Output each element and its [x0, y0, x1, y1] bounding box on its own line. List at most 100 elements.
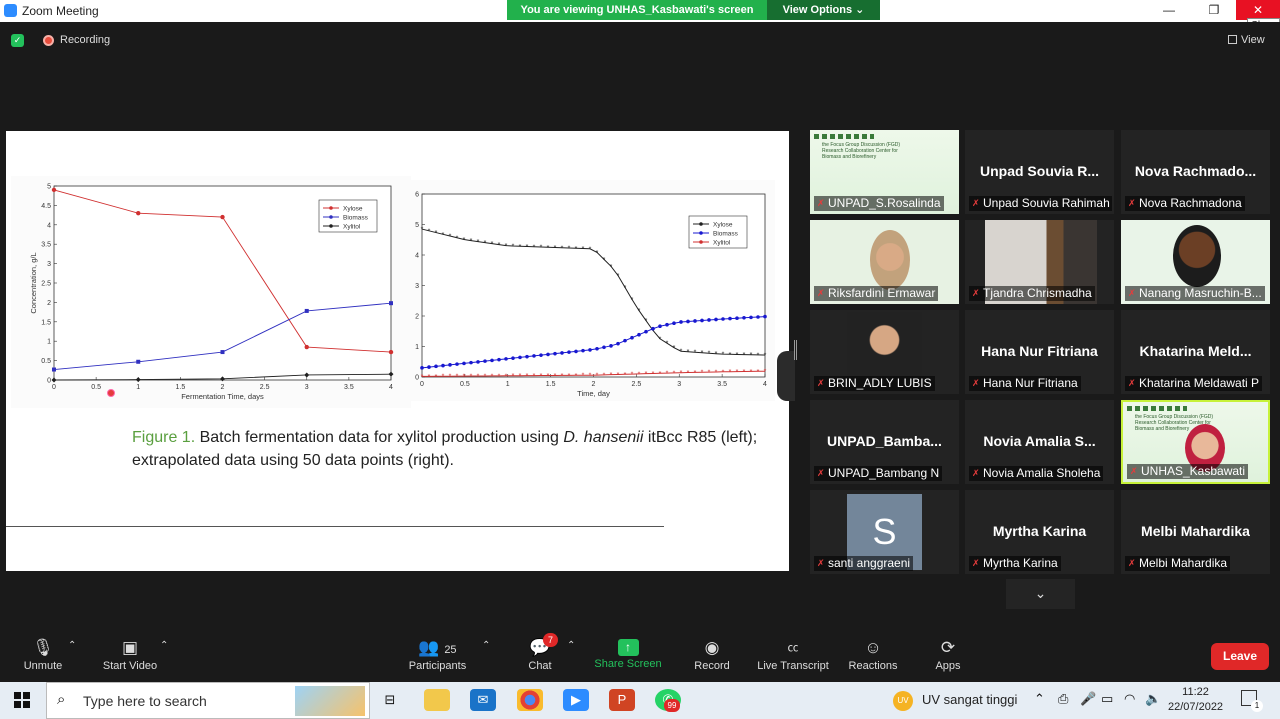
clock-time: 11:22: [1182, 686, 1209, 698]
shield-icon[interactable]: ✓: [11, 34, 24, 47]
participant-name: Nova Rachmadona: [1139, 196, 1242, 210]
participant-tile[interactable]: the Focus Group Discussion (FGD) Researc…: [810, 130, 959, 214]
share-screen-button[interactable]: ↑ Share Screen: [594, 630, 662, 680]
data-point: *: [701, 370, 704, 377]
powerpoint-icon[interactable]: P: [609, 689, 635, 711]
unmute-label: Unmute: [23, 660, 63, 672]
data-point: *: [687, 349, 690, 356]
y-tick-label: 2: [47, 300, 51, 307]
participant-name-large: UNPAD_Bamba...: [827, 433, 942, 449]
taskbar-clock[interactable]: 11:22 22/07/2022: [1168, 685, 1223, 715]
chrome-icon[interactable]: [517, 689, 543, 711]
x-tick-label: 4: [389, 384, 393, 391]
weather-text[interactable]: UV sangat tinggi: [922, 692, 1017, 707]
task-view-icon[interactable]: ⊟: [377, 689, 403, 711]
windows-taskbar: ⌕ Type here to search ⊟ ✉ ▶ P ✆ 99 UV UV…: [0, 682, 1280, 719]
restore-button[interactable]: ❐: [1192, 0, 1236, 20]
side-panel-tab[interactable]: [777, 351, 795, 401]
data-point: *: [757, 369, 760, 376]
x-tick-label: 2: [592, 381, 596, 388]
microphone-icon[interactable]: 🎤: [1080, 691, 1096, 707]
participant-name-label: ✗ Novia Amalia Sholeha: [969, 466, 1104, 481]
data-point: *: [554, 373, 557, 380]
gallery-splitter[interactable]: [794, 340, 797, 360]
view-button[interactable]: View: [1241, 34, 1265, 46]
participants-button[interactable]: 👥 25 Participants: [405, 630, 470, 680]
windows-start-icon[interactable]: [14, 692, 30, 708]
weather-icon[interactable]: UV: [893, 691, 913, 711]
data-point: [220, 350, 225, 355]
data-point: *: [610, 264, 613, 271]
x-tick-label: 3: [305, 384, 309, 391]
participant-tile[interactable]: ✗ Tjandra Chrismadha: [965, 220, 1114, 304]
gallery-next-page-button[interactable]: ⌄: [1006, 579, 1075, 609]
volume-icon[interactable]: 🔈: [1145, 691, 1161, 707]
mail-icon[interactable]: ✉: [470, 689, 496, 711]
close-button[interactable]: ✕: [1236, 0, 1280, 20]
data-point: [721, 317, 725, 321]
viewing-banner: You are viewing UNHAS_Kasbawati's screen: [507, 0, 767, 20]
shared-screen: 0 0.5 1 1.5 2 2.5 3 3.5 4 0 0.5 1 1.5 2 2.5 3 3.5 4 4.5 5 Fe…: [6, 131, 795, 571]
unmute-button[interactable]: 🎙 Unmute: [18, 630, 68, 680]
participant-tile[interactable]: Unpad Souvia R... ✗ Unpad Souvia Rahimah: [965, 130, 1114, 214]
participant-tile[interactable]: ✗ Riksfardini Ermawar: [810, 220, 959, 304]
meeting-info-row: ✓ Recording View: [0, 22, 1280, 58]
data-point: *: [484, 240, 487, 247]
recording-label[interactable]: Recording: [60, 34, 110, 46]
participant-tile[interactable]: UNPAD_Bamba... ✗ UNPAD_Bambang N: [810, 400, 959, 484]
data-point: *: [561, 245, 564, 252]
data-point: *: [421, 374, 424, 381]
data-point: *: [463, 374, 466, 381]
audio-options-caret[interactable]: ⌃: [68, 640, 76, 651]
view-options-button[interactable]: View Options ⌄: [767, 0, 880, 20]
participant-tile[interactable]: ✗ BRIN_ADLY LUBIS: [810, 310, 959, 394]
meet-now-icon[interactable]: ⎙: [1058, 691, 1068, 707]
participant-tile[interactable]: S ✗ santi anggraeni: [810, 490, 959, 574]
wifi-icon[interactable]: ◠: [1124, 691, 1135, 707]
minimize-button[interactable]: —: [1147, 0, 1191, 20]
participant-tile[interactable]: ✗ Nanang Masruchin-B...: [1121, 220, 1270, 304]
participants-options-caret[interactable]: ⌃: [482, 640, 490, 651]
participant-tile[interactable]: Myrtha Karina ✗ Myrtha Karina: [965, 490, 1114, 574]
participant-tile[interactable]: Novia Amalia S... ✗ Novia Amalia Sholeha: [965, 400, 1114, 484]
record-button[interactable]: ◉ Record: [690, 630, 734, 680]
data-point: *: [505, 243, 508, 250]
leave-button[interactable]: Leave: [1211, 643, 1269, 670]
data-point: [679, 320, 683, 324]
chat-badge: 7: [543, 633, 558, 647]
participant-tile[interactable]: Melbi Mahardika ✗ Melbi Mahardika: [1121, 490, 1270, 574]
battery-icon[interactable]: ▭: [1101, 691, 1113, 707]
data-point: [588, 348, 592, 352]
legend-label: Biomass: [713, 231, 739, 238]
participant-tile[interactable]: Nova Rachmado... ✗ Nova Rachmadona: [1121, 130, 1270, 214]
data-point: [665, 322, 669, 327]
y-tick-label: 4.5: [41, 203, 51, 210]
file-explorer-icon[interactable]: [424, 689, 450, 711]
x-tick-label: 0: [52, 384, 56, 391]
y-tick-label: 4: [415, 253, 419, 260]
data-point: *: [729, 352, 732, 359]
participant-tile[interactable]: the Focus Group Discussion (FGD) Researc…: [1121, 400, 1270, 484]
y-tick-label: 3.5: [41, 242, 51, 249]
tray-chevron-up-icon[interactable]: ⌃: [1034, 691, 1045, 707]
participant-name: Novia Amalia Sholeha: [983, 466, 1101, 480]
video-options-caret[interactable]: ⌃: [160, 640, 168, 651]
participant-tile[interactable]: Khatarina Meld... ✗ Khatarina Meldawati P: [1121, 310, 1270, 394]
live-transcript-button[interactable]: ㏄ Live Transcript: [755, 630, 831, 680]
data-point: *: [575, 373, 578, 380]
taskbar-search-box[interactable]: ⌕ Type here to search: [46, 682, 370, 719]
zoom-taskbar-icon[interactable]: ▶: [563, 689, 589, 711]
participant-name: Riksfardini Ermawar: [828, 286, 936, 300]
reactions-button[interactable]: ☺ Reactions: [846, 630, 900, 680]
data-point: *: [463, 237, 466, 244]
chat-options-caret[interactable]: ⌃: [567, 640, 575, 651]
window-title: Zoom Meeting: [22, 4, 99, 18]
participant-name: UNPAD_Bambang N: [828, 466, 940, 480]
record-label: Record: [694, 660, 730, 672]
start-video-button[interactable]: ▣ Start Video: [98, 630, 162, 680]
participant-name-label: ✗ Hana Nur Fitriana: [969, 376, 1081, 391]
data-point: [553, 351, 557, 356]
data-point: [693, 319, 697, 323]
apps-button[interactable]: ⟳ Apps: [928, 630, 968, 680]
participant-tile[interactable]: Hana Nur Fitriana ✗ Hana Nur Fitriana: [965, 310, 1114, 394]
